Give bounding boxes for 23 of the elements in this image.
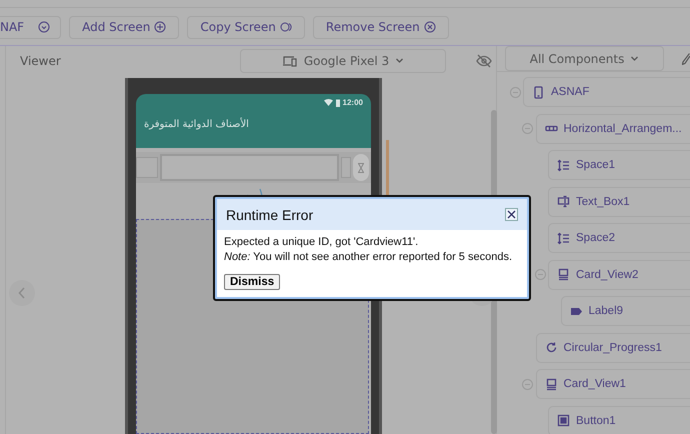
- tree-item[interactable]: Circular_Progress1: [536, 332, 690, 362]
- tree-item[interactable]: Space2: [548, 223, 690, 253]
- note-text: Note: You will not see another error reported for 5 seconds.: [224, 251, 514, 263]
- tree-item[interactable]: Space1: [548, 150, 690, 180]
- dismiss-button[interactable]: Dismiss: [224, 274, 280, 290]
- tree-item[interactable]: Text_Box1: [548, 186, 690, 216]
- tree-item[interactable]: Horizontal_Arrangem...: [536, 114, 690, 144]
- status-time: 12:00: [342, 98, 363, 107]
- error-message: Expected a unique ID, got 'Cardview11'.: [224, 236, 420, 248]
- screen-button[interactable]: Remove Screen: [312, 16, 449, 38]
- tree-item[interactable]: ASNAF: [523, 77, 690, 107]
- filter-dropdown[interactable]: All Components: [505, 46, 664, 71]
- device-dropdown[interactable]: Google Pixel 3: [240, 49, 446, 73]
- panel-title: Viewer: [20, 54, 61, 68]
- screen-picker[interactable]: NAF: [0, 16, 62, 38]
- dialog-title: Runtime Error: [226, 206, 314, 222]
- tree-item[interactable]: Label9: [560, 296, 690, 326]
- screen-button[interactable]: Copy Screen: [187, 16, 305, 38]
- screen-button[interactable]: Add Screen: [69, 16, 180, 38]
- tree-item[interactable]: Button1: [548, 406, 690, 434]
- tree-item[interactable]: Card_View1: [536, 369, 690, 399]
- tree-item[interactable]: Card_View2: [548, 260, 690, 290]
- app-title: الأصناف الدوائية المتوفرة: [144, 119, 249, 130]
